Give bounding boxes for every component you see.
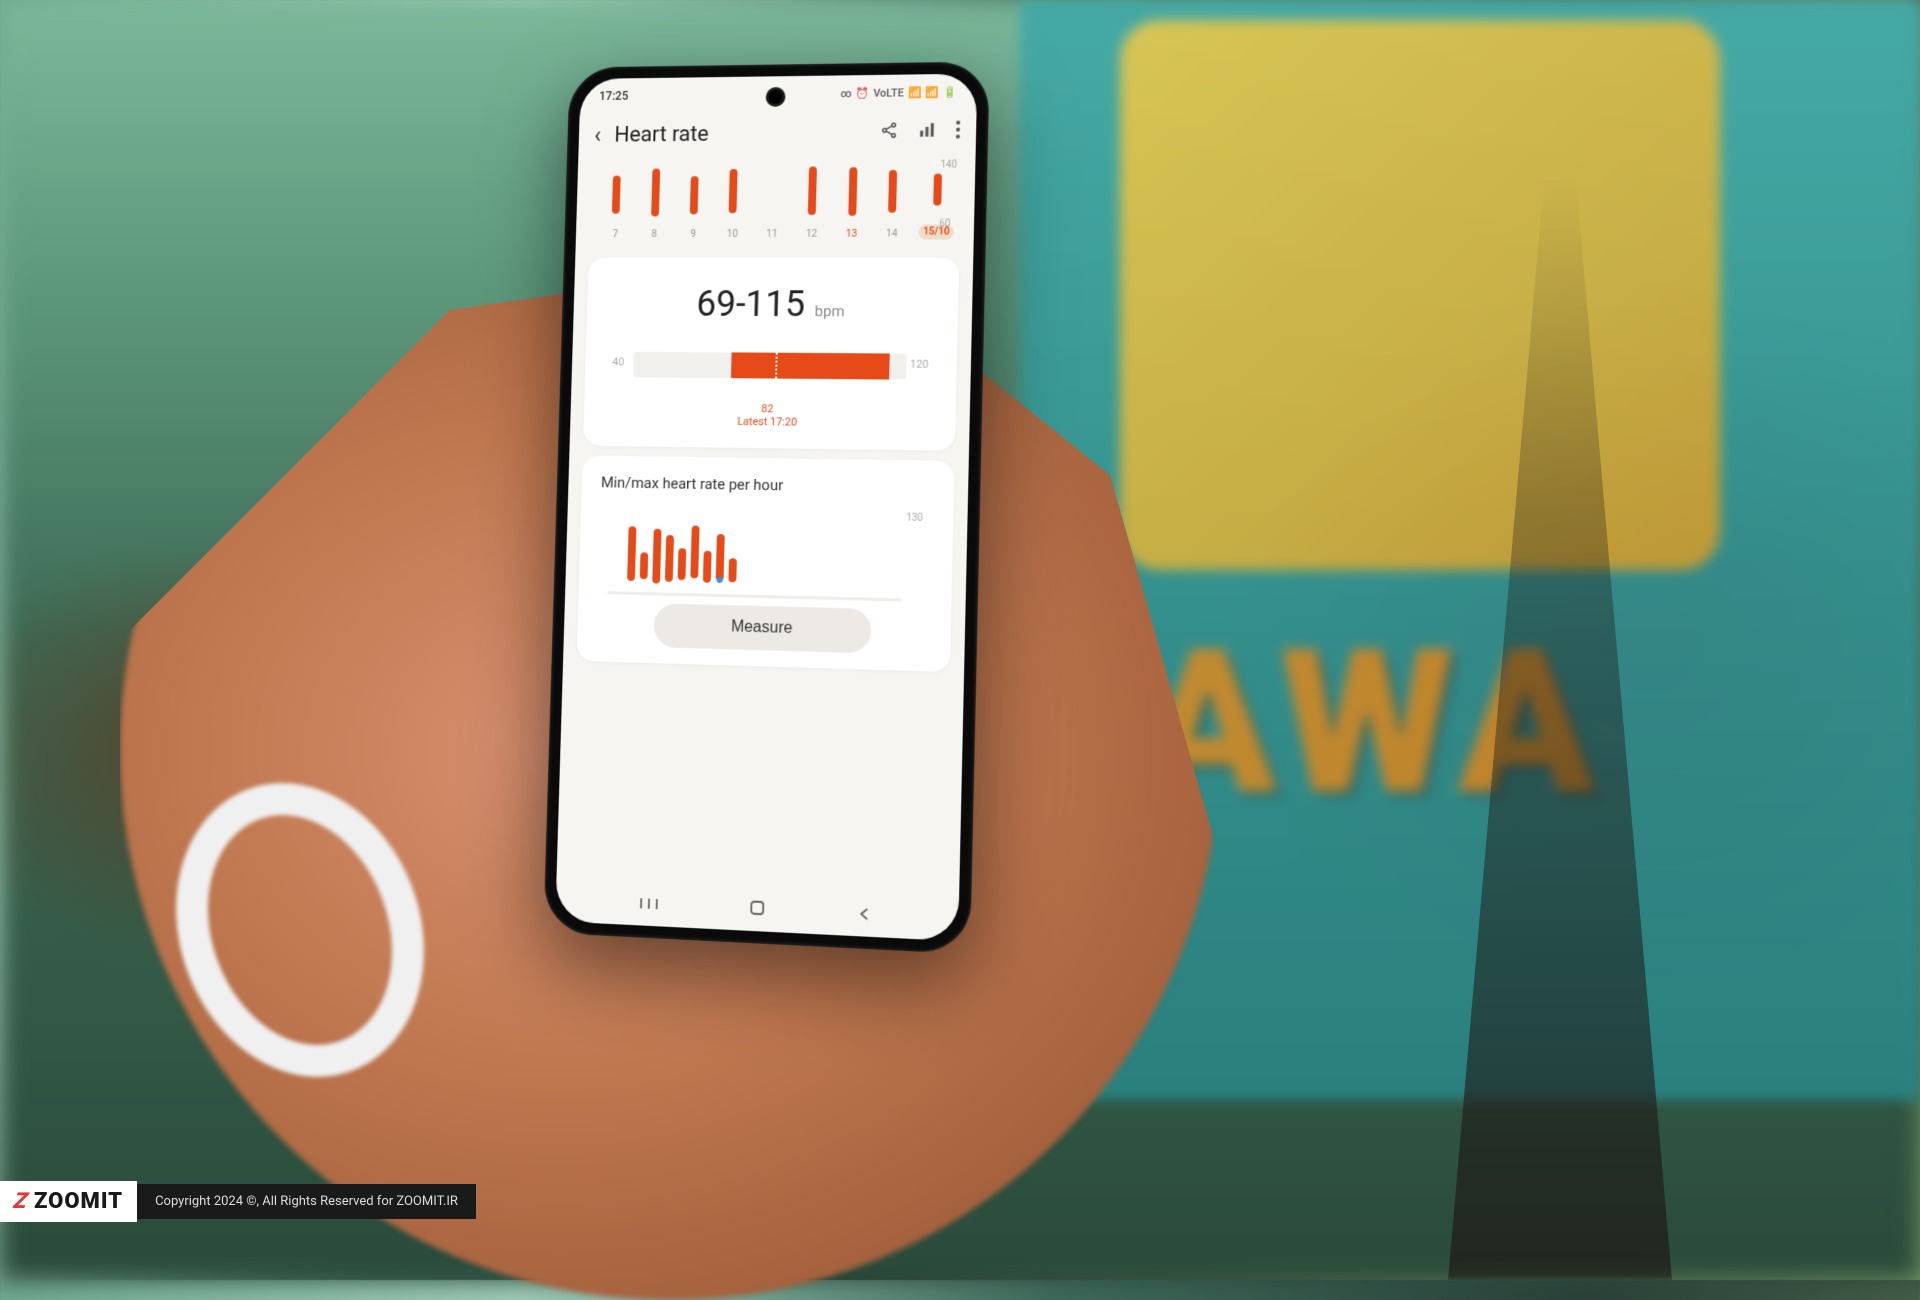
battery-icon: 🔋 [943, 85, 957, 98]
phone-frame: 17:25 ∞ ⏰ VoLTE 📶 📶 🔋 ‹ Heart rate [543, 61, 989, 954]
gauge-fill [731, 352, 890, 379]
day-column[interactable]: 8 [641, 168, 668, 239]
nav-back-button[interactable] [857, 904, 872, 926]
day-column[interactable]: 14 [878, 170, 906, 240]
bpm-display: 69-115 bpm [606, 283, 939, 326]
day-column[interactable]: 11 [759, 223, 785, 240]
day-range-bar [888, 170, 897, 213]
day-label: 10 [727, 229, 738, 240]
hourly-range-bar [652, 529, 661, 584]
copyright-text: Copyright 2024 ©, All Rights Reserved fo… [137, 1184, 476, 1219]
link-icon: ∞ [840, 87, 852, 100]
app-header: ‹ Heart rate [578, 109, 976, 156]
latest-reading: 82 Latest 17:20 [603, 401, 936, 431]
page-title: Heart rate [614, 120, 866, 147]
day-range-bar [690, 177, 699, 215]
hourly-range-bar [640, 553, 649, 580]
zoomit-z-icon: Z [12, 1189, 30, 1214]
day-label: 9 [690, 229, 696, 240]
hourly-range-bar [716, 534, 725, 581]
hourly-range-bar [728, 558, 737, 583]
latest-time-label: Latest 17:20 [737, 415, 797, 429]
day-column[interactable]: 13 [838, 167, 866, 240]
header-actions [880, 120, 960, 144]
stats-icon[interactable] [918, 120, 937, 143]
zoomit-brand-text: ZOOMIT [34, 1189, 123, 1214]
hourly-chart[interactable]: 130 [598, 505, 933, 602]
heart-rate-summary-card: 69-115 bpm 40 120 82 Latest 17:20 [583, 258, 959, 451]
zoomit-logo: Z ZOOMIT [0, 1181, 137, 1222]
android-nav-bar [555, 879, 959, 941]
hourly-title: Min/max heart rate per hour [601, 473, 934, 496]
nav-recents-button[interactable] [639, 894, 659, 916]
day-label: 7 [612, 229, 618, 240]
y-tick-low: 60 [939, 218, 956, 229]
day-label: 14 [886, 229, 897, 240]
hourly-range-bar [690, 525, 699, 578]
wifi-icon: 📶 [908, 86, 922, 99]
current-hour-dot [717, 577, 723, 583]
hourly-range-bar [703, 551, 712, 583]
hourly-range-bar [678, 548, 687, 580]
measure-button[interactable]: Measure [653, 603, 871, 653]
bpm-range-value: 69-115 [696, 283, 806, 325]
day-label: 11 [766, 229, 777, 240]
day-column[interactable]: 7 [603, 176, 630, 240]
daily-heart-rate-chart[interactable]: 789101112131415/10 140 60 [576, 153, 976, 247]
day-label: 12 [806, 229, 817, 240]
bpm-unit: bpm [815, 302, 845, 320]
y-tick-high: 140 [940, 160, 957, 171]
back-button[interactable]: ‹ [594, 121, 602, 148]
day-range-bar [848, 167, 857, 216]
day-column[interactable]: 10 [719, 169, 747, 240]
day-label: 8 [651, 229, 657, 240]
day-range-bar [729, 169, 738, 213]
day-column[interactable]: 9 [680, 176, 707, 239]
volte-icon: VoLTE [873, 86, 904, 99]
status-time: 17:25 [599, 89, 628, 103]
gauge-max-label: 120 [910, 358, 929, 371]
day-range-bar [612, 176, 621, 214]
hourly-range-bar [665, 535, 674, 582]
alarm-icon: ⏰ [856, 86, 870, 99]
day-label: 13 [846, 229, 857, 240]
nav-home-button[interactable] [749, 899, 765, 921]
bpm-range-gauge: 40 120 [604, 340, 938, 402]
share-icon[interactable] [880, 121, 898, 144]
daily-chart-y-ticks: 140 60 [939, 160, 958, 230]
watermark: Z ZOOMIT Copyright 2024 ©, All Rights Re… [0, 1181, 476, 1222]
hourly-range-bar [627, 526, 636, 581]
hourly-heart-rate-card: Min/max heart rate per hour 130 Measure [577, 455, 955, 672]
day-range-bar [651, 169, 660, 217]
phone-screen: 17:25 ∞ ⏰ VoLTE 📶 📶 🔋 ‹ Heart rate [555, 74, 977, 942]
hourly-y-tick: 130 [906, 513, 923, 524]
more-icon[interactable] [956, 120, 961, 143]
signal-icon: 📶 [925, 86, 939, 99]
gauge-min-label: 40 [612, 356, 624, 369]
day-column[interactable]: 12 [798, 166, 826, 240]
status-icons: ∞ ⏰ VoLTE 📶 📶 🔋 [840, 85, 957, 99]
day-range-bar [808, 166, 817, 214]
